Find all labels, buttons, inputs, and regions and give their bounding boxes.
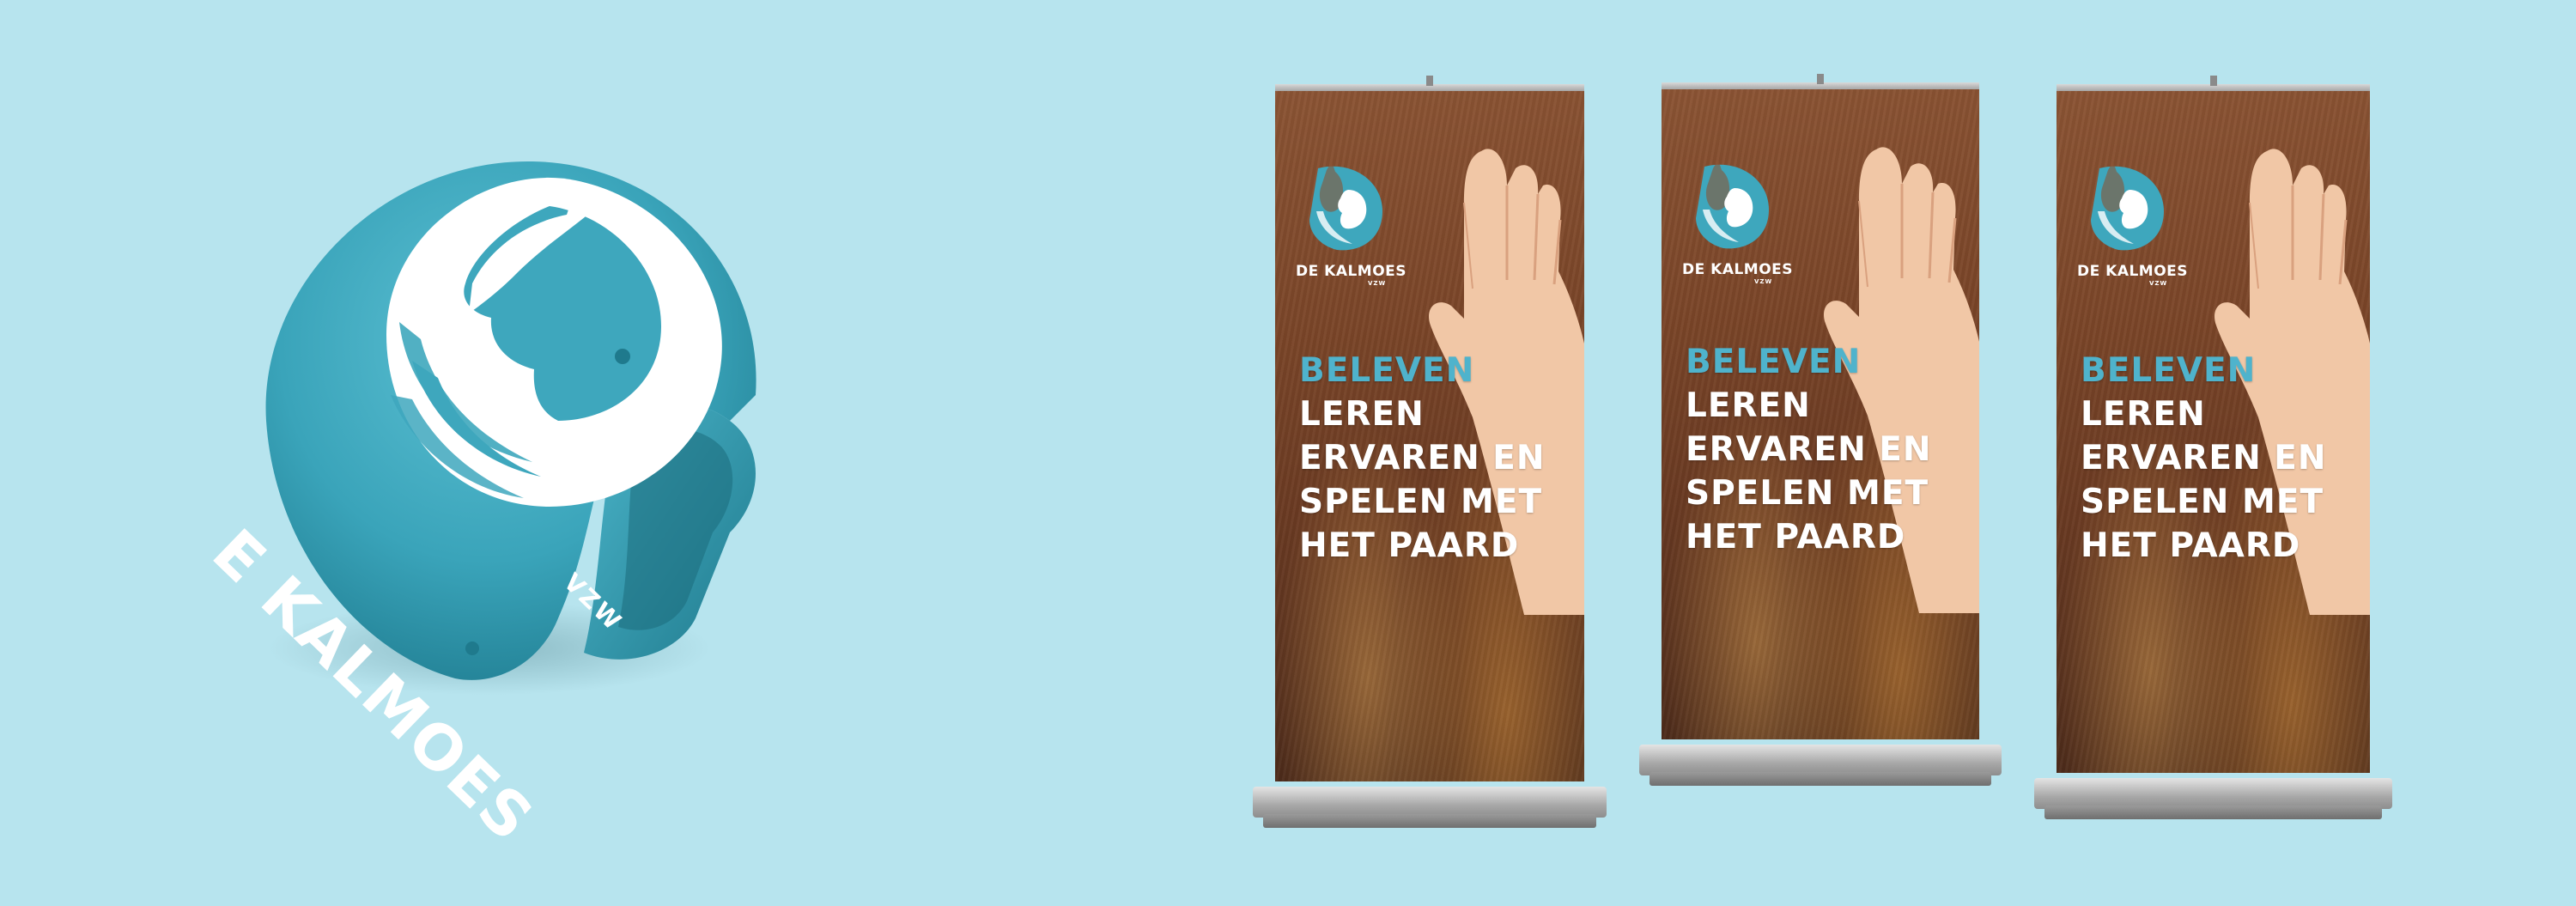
headline-line: HET PAARD <box>2081 526 2301 565</box>
rollup-banner-2: DE KALMOES VZW BELEVEN LEREN ERVAREN EN … <box>1639 74 2002 791</box>
banner-logo-sub: VZW <box>1368 280 1387 287</box>
headline-line: ERVAREN EN <box>1686 430 1932 469</box>
horse-rider-logo-icon <box>1696 160 1769 249</box>
headline-accent: BELEVEN <box>1299 351 1475 390</box>
banner-headline: BELEVEN LEREN ERVAREN EN SPELEN MET HET … <box>1686 340 1932 559</box>
headline-accent: BELEVEN <box>1686 343 1862 381</box>
banner-base <box>1253 787 1607 818</box>
headline-line: LEREN <box>1299 395 1425 434</box>
banner-base-foot <box>1263 814 1596 828</box>
headline-line: ERVAREN EN <box>1299 439 1546 477</box>
banner-base-foot <box>1649 772 1991 786</box>
headline-line: SPELEN MET <box>2081 483 2324 521</box>
banner-base <box>1639 745 2002 775</box>
banner-logo-name: DE KALMOES <box>1296 263 1407 280</box>
banner-headline: BELEVEN LEREN ERVAREN EN SPELEN MET HET … <box>2081 349 2327 568</box>
banner-panel: DE KALMOES VZW BELEVEN LEREN ERVAREN EN … <box>1662 89 1979 739</box>
horse-rider-logo-icon <box>2091 161 2164 251</box>
headline-line: LEREN <box>1686 386 1811 425</box>
banner-headline: BELEVEN LEREN ERVAREN EN SPELEN MET HET … <box>1299 349 1546 568</box>
horse-rider-logo-icon <box>1309 161 1382 251</box>
banner-panel: DE KALMOES VZW BELEVEN LEREN ERVAREN EN … <box>1275 91 1584 781</box>
banner-base-foot <box>2044 806 2382 819</box>
product-mockup-scene: E KALMOES VZW DE KALMOES VZW BELEVEN LER… <box>0 0 2576 906</box>
banner-base <box>2034 778 2392 809</box>
rollup-banner-1: DE KALMOES VZW BELEVEN LEREN ERVAREN EN … <box>1253 76 1607 833</box>
headline-accent: BELEVEN <box>2081 351 2257 390</box>
headline-line: ERVAREN EN <box>2081 439 2327 477</box>
banner-logo-name: DE KALMOES <box>2077 263 2189 280</box>
riding-helmet: E KALMOES VZW <box>199 137 816 855</box>
headline-line: SPELEN MET <box>1686 474 1929 513</box>
banner-logo-name: DE KALMOES <box>1682 261 1794 278</box>
banner-logo-sub: VZW <box>2149 280 2168 287</box>
banner-logo-sub: VZW <box>1754 278 1773 285</box>
headline-line: HET PAARD <box>1686 518 1906 556</box>
banner-panel: DE KALMOES VZW BELEVEN LEREN ERVAREN EN … <box>2057 91 2370 773</box>
headline-line: HET PAARD <box>1299 526 1520 565</box>
rollup-banner-3: DE KALMOES VZW BELEVEN LEREN ERVAREN EN … <box>2034 76 2392 824</box>
headline-line: SPELEN MET <box>1299 483 1543 521</box>
headline-line: LEREN <box>2081 395 2206 434</box>
